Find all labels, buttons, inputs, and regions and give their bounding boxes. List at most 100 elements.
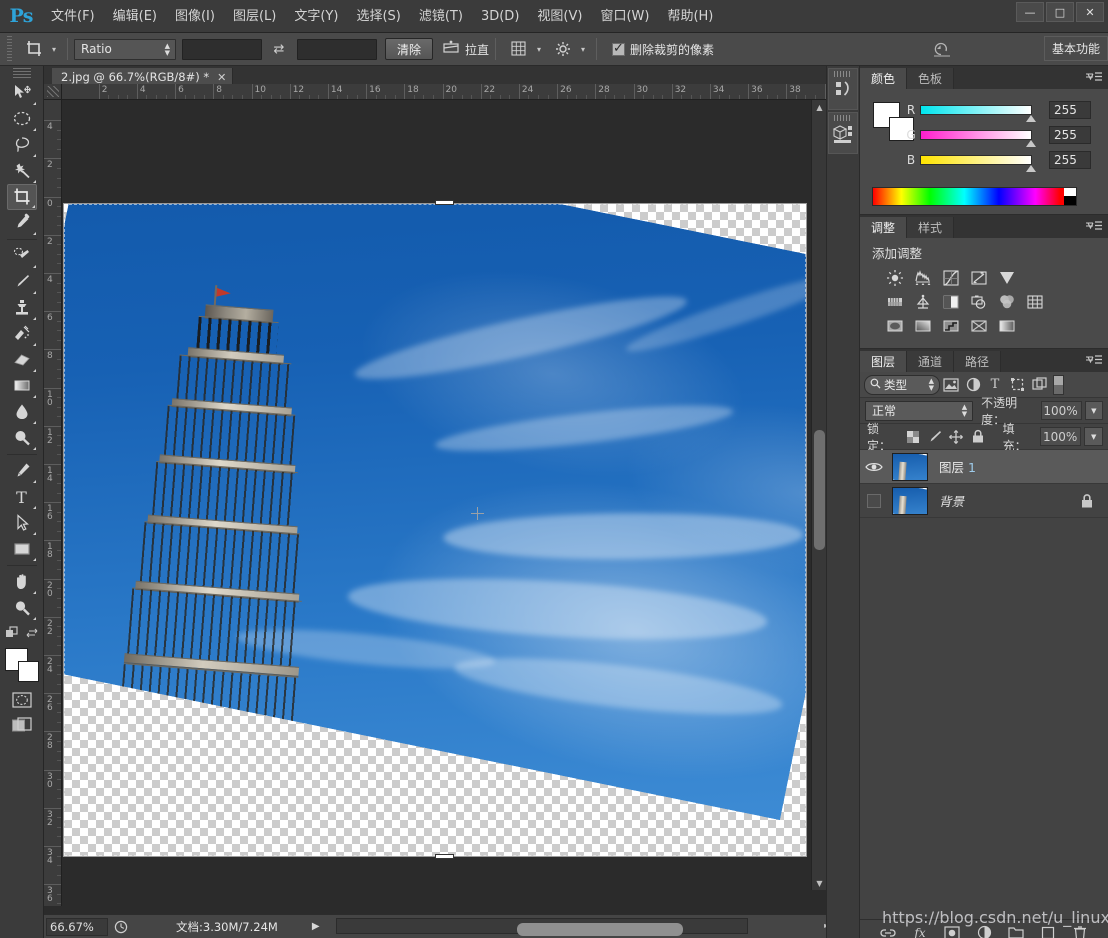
canvas-viewport[interactable]	[63, 101, 826, 906]
layer-visibility-toggle[interactable]	[860, 450, 888, 484]
lock-position-icon[interactable]	[946, 427, 968, 447]
menu-type[interactable]: 文字(Y)	[285, 5, 347, 27]
horizontal-scroll-thumb[interactable]	[517, 923, 683, 936]
tab-paths[interactable]: 路径	[954, 351, 1001, 372]
swap-arrows-icon[interactable]: ⇄	[267, 38, 291, 60]
smart-object-filter-icon[interactable]	[1028, 375, 1050, 395]
tool-preset-chevron-down-icon[interactable]: ▾	[47, 37, 61, 61]
panel-menu-icon[interactable]	[1085, 71, 1103, 83]
pen-tool[interactable]	[7, 458, 37, 484]
crop-tool-icon[interactable]	[21, 37, 47, 61]
gear-chevron-down-icon[interactable]: ▾	[576, 37, 590, 61]
blur-tool[interactable]	[7, 399, 37, 425]
image-canvas[interactable]	[63, 203, 807, 857]
workspace-switcher-button[interactable]: 基本功能	[1044, 36, 1108, 61]
hue-saturation-icon[interactable]	[885, 292, 905, 312]
foreground-background-colors[interactable]	[5, 648, 39, 682]
slider-knob-icon[interactable]	[1026, 165, 1036, 172]
timer-icon[interactable]	[110, 918, 132, 936]
channel-slider-g[interactable]	[920, 130, 1032, 140]
table-row[interactable]: 图层 1	[860, 450, 1108, 484]
pixel-layers-filter-icon[interactable]	[940, 375, 962, 395]
crop-tool[interactable]	[7, 184, 37, 210]
table-row[interactable]: 背景	[860, 484, 1108, 518]
fill-chevron-down-icon[interactable]: ▼	[1084, 427, 1103, 446]
layer-thumbnail[interactable]	[892, 487, 928, 515]
path-selection-tool[interactable]	[7, 510, 37, 536]
new-adjustment-layer-icon[interactable]	[976, 925, 992, 938]
layer-filter-type-select[interactable]: 类型 ▲▼	[864, 375, 940, 395]
quick-mask-icon[interactable]	[7, 687, 37, 713]
menu-file[interactable]: 文件(F)	[42, 5, 104, 27]
menu-view[interactable]: 视图(V)	[528, 5, 591, 27]
scroll-down-arrow-icon[interactable]: ▼	[812, 876, 827, 890]
blend-mode-select[interactable]: 正常 ▲▼	[865, 401, 973, 421]
canvas-horizontal-scrollbar[interactable]	[336, 918, 748, 934]
menu-3d[interactable]: 3D(D)	[472, 5, 528, 27]
slider-knob-icon[interactable]	[1026, 115, 1036, 122]
channel-value-g[interactable]: 255	[1049, 126, 1091, 144]
type-tool[interactable]: T	[7, 484, 37, 510]
crop-overlay-grid-icon[interactable]	[506, 37, 532, 61]
history-panel-icon[interactable]	[828, 68, 858, 110]
channel-slider-r[interactable]	[920, 105, 1032, 115]
delete-layer-icon[interactable]	[1072, 925, 1088, 938]
spot-healing-brush-tool[interactable]	[7, 243, 37, 269]
crop-ratio-select[interactable]: Ratio ▲▼	[74, 39, 176, 60]
menu-edit[interactable]: 编辑(E)	[104, 5, 166, 27]
brush-tool[interactable]	[7, 269, 37, 295]
adjustment-layers-filter-icon[interactable]	[962, 375, 984, 395]
minimize-button[interactable]: —	[1016, 2, 1044, 22]
lasso-tool[interactable]	[7, 132, 37, 158]
link-layers-icon[interactable]	[880, 925, 896, 938]
new-group-icon[interactable]	[1008, 925, 1024, 938]
scroll-up-arrow-icon[interactable]: ▲	[812, 100, 827, 114]
zoom-level-input[interactable]: 66.67%	[46, 918, 108, 936]
channel-mixer-icon[interactable]	[997, 292, 1017, 312]
eyedropper-tool[interactable]	[7, 210, 37, 236]
history-brush-tool[interactable]	[7, 321, 37, 347]
dodge-tool[interactable]	[7, 425, 37, 451]
eraser-tool[interactable]	[7, 347, 37, 373]
eye-off-icon[interactable]	[867, 494, 881, 508]
move-tool[interactable]	[7, 80, 37, 106]
tab-swatches[interactable]: 色板	[907, 68, 954, 89]
edit-toolbar-icon[interactable]	[5, 625, 19, 644]
invert-icon[interactable]	[885, 316, 905, 336]
layer-name[interactable]: 背景	[939, 491, 964, 510]
posterize-icon[interactable]	[913, 316, 933, 336]
ruler-corner[interactable]	[44, 84, 62, 100]
hand-tool[interactable]	[7, 569, 37, 595]
slider-knob-icon[interactable]	[1026, 140, 1036, 147]
clone-stamp-tool[interactable]	[7, 295, 37, 321]
channel-slider-b[interactable]	[920, 155, 1032, 165]
panel-menu-icon[interactable]	[1085, 354, 1103, 366]
color-balance-icon[interactable]	[913, 292, 933, 312]
vertical-scroll-thumb[interactable]	[814, 430, 825, 550]
black-swatch[interactable]	[1064, 196, 1076, 205]
close-icon[interactable]: ✕	[217, 71, 226, 84]
threshold-icon[interactable]	[941, 316, 961, 336]
elliptical-marquee-tool[interactable]	[7, 106, 37, 132]
menu-filter[interactable]: 滤镜(T)	[410, 5, 472, 27]
opacity-value[interactable]: 100%	[1041, 401, 1082, 420]
play-arrow-icon[interactable]: ▶	[312, 921, 320, 932]
black-white-icon[interactable]	[941, 292, 961, 312]
type-layers-filter-icon[interactable]: T	[984, 375, 1006, 395]
menu-layer[interactable]: 图层(L)	[224, 5, 285, 27]
vertical-ruler[interactable]: 420246810121416182022242628303234363	[44, 100, 62, 906]
curves-icon[interactable]	[941, 268, 961, 288]
crop-handle-top[interactable]	[435, 200, 454, 205]
add-layer-mask-icon[interactable]	[944, 925, 960, 938]
crop-handle-bottom[interactable]	[435, 854, 454, 859]
menu-help[interactable]: 帮助(H)	[658, 5, 722, 27]
opacity-chevron-down-icon[interactable]: ▼	[1085, 401, 1103, 420]
horizontal-ruler[interactable]: 24681012141618202224262830323436384	[62, 84, 826, 100]
tab-adjustments[interactable]: 调整	[860, 217, 907, 238]
exposure-icon[interactable]	[969, 268, 989, 288]
new-layer-icon[interactable]	[1040, 925, 1056, 938]
tools-panel-grip[interactable]	[13, 68, 31, 78]
background-color-swatch[interactable]	[18, 661, 39, 682]
canvas-vertical-scrollbar[interactable]: ▲ ▼	[811, 100, 826, 890]
channel-value-r[interactable]: 255	[1049, 101, 1091, 119]
